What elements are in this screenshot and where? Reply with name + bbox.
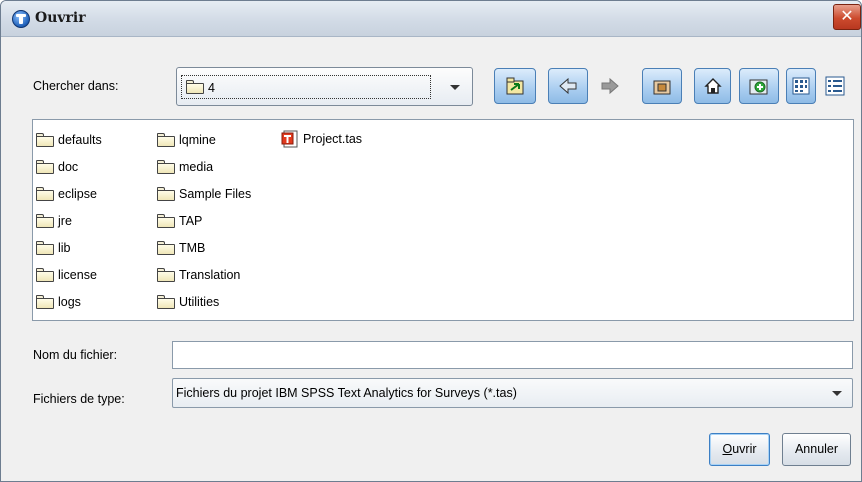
folder-icon (157, 160, 175, 174)
list-item[interactable]: TAP (157, 212, 202, 230)
look-in-label: Chercher dans: (33, 79, 119, 93)
file-name: lib (58, 241, 71, 255)
file-name: Project.tas (303, 132, 363, 146)
recent-places-button[interactable] (494, 68, 536, 104)
folder-icon (157, 295, 175, 309)
window-title: Ouvrir (35, 10, 86, 26)
look-in-value: 4 (208, 81, 215, 95)
file-name: license (58, 268, 97, 282)
folder-icon (36, 187, 54, 201)
folder-icon (36, 160, 54, 174)
list-item[interactable]: eclipse (36, 185, 97, 203)
file-name: jre (58, 214, 72, 228)
folder-icon (36, 268, 54, 282)
file-type-label: Fichiers de type: (33, 392, 125, 406)
file-name-input[interactable] (172, 341, 853, 369)
file-type-select[interactable]: Fichiers du projet IBM SPSS Text Analyti… (172, 378, 853, 408)
list-item[interactable]: lib (36, 239, 71, 257)
list-item[interactable]: defaults (36, 131, 102, 149)
folder-icon (36, 295, 54, 309)
folder-icon (157, 268, 175, 282)
tas-file-icon (281, 130, 299, 148)
up-folder-icon (653, 80, 671, 95)
file-name: defaults (58, 133, 102, 147)
list-item[interactable]: media (157, 158, 213, 176)
list-item[interactable]: logs (36, 293, 81, 311)
forward-icon (601, 77, 619, 95)
back-button[interactable] (548, 68, 588, 104)
recent-places-icon (506, 77, 524, 95)
chevron-down-icon (832, 391, 842, 396)
list-item[interactable]: Project.tas (281, 130, 362, 148)
chevron-down-icon (450, 84, 460, 90)
file-name: Sample Files (179, 187, 252, 201)
list-view-button[interactable] (786, 68, 816, 104)
close-button[interactable]: ✕ (833, 4, 861, 30)
list-item[interactable]: lqmine (157, 131, 216, 149)
new-folder-button[interactable] (739, 68, 779, 104)
file-name: TMB (179, 241, 206, 255)
list-item[interactable]: license (36, 266, 97, 284)
home-icon (703, 78, 722, 94)
folder-icon (36, 214, 54, 228)
list-item[interactable]: TMB (157, 239, 205, 257)
file-name: doc (58, 160, 79, 174)
back-icon (559, 77, 577, 95)
open-button[interactable]: Ouvrir (709, 433, 770, 466)
app-icon (12, 10, 30, 28)
file-type-value: Fichiers du projet IBM SPSS Text Analyti… (176, 386, 517, 400)
list-item[interactable]: Translation (157, 266, 240, 284)
file-name: TAP (179, 214, 203, 228)
cancel-button[interactable]: Annuler (782, 433, 851, 466)
folder-icon (186, 80, 204, 94)
details-view-button[interactable] (818, 68, 852, 104)
file-name-label: Nom du fichier: (33, 348, 118, 362)
look-in-select[interactable]: 4 (176, 67, 473, 106)
open-dialog: Ouvrir ✕ Chercher dans: 4 defaults doc e… (0, 0, 862, 482)
folder-icon (157, 214, 175, 228)
folder-icon (157, 133, 175, 147)
look-in-value-box: 4 (181, 75, 431, 99)
list-view-icon (792, 77, 810, 95)
home-button[interactable] (694, 68, 731, 104)
forward-button[interactable] (590, 68, 630, 104)
title-bar: Ouvrir ✕ (1, 1, 861, 37)
list-item[interactable]: Sample Files (157, 185, 251, 203)
file-list[interactable]: defaults doc eclipse jre lib license log… (32, 119, 854, 321)
file-name: Translation (179, 268, 241, 282)
list-item[interactable]: doc (36, 158, 78, 176)
folder-icon (36, 133, 54, 147)
file-name: lqmine (179, 133, 216, 147)
up-folder-button[interactable] (642, 68, 682, 104)
file-name: Utilities (179, 295, 220, 309)
folder-icon (157, 187, 175, 201)
folder-icon (36, 241, 54, 255)
details-view-icon (825, 76, 845, 96)
list-item[interactable]: Utilities (157, 293, 219, 311)
file-name: logs (58, 295, 81, 309)
file-name: eclipse (58, 187, 97, 201)
list-item[interactable]: jre (36, 212, 72, 230)
folder-icon (157, 241, 175, 255)
file-name: media (179, 160, 214, 174)
new-folder-icon (749, 79, 768, 95)
